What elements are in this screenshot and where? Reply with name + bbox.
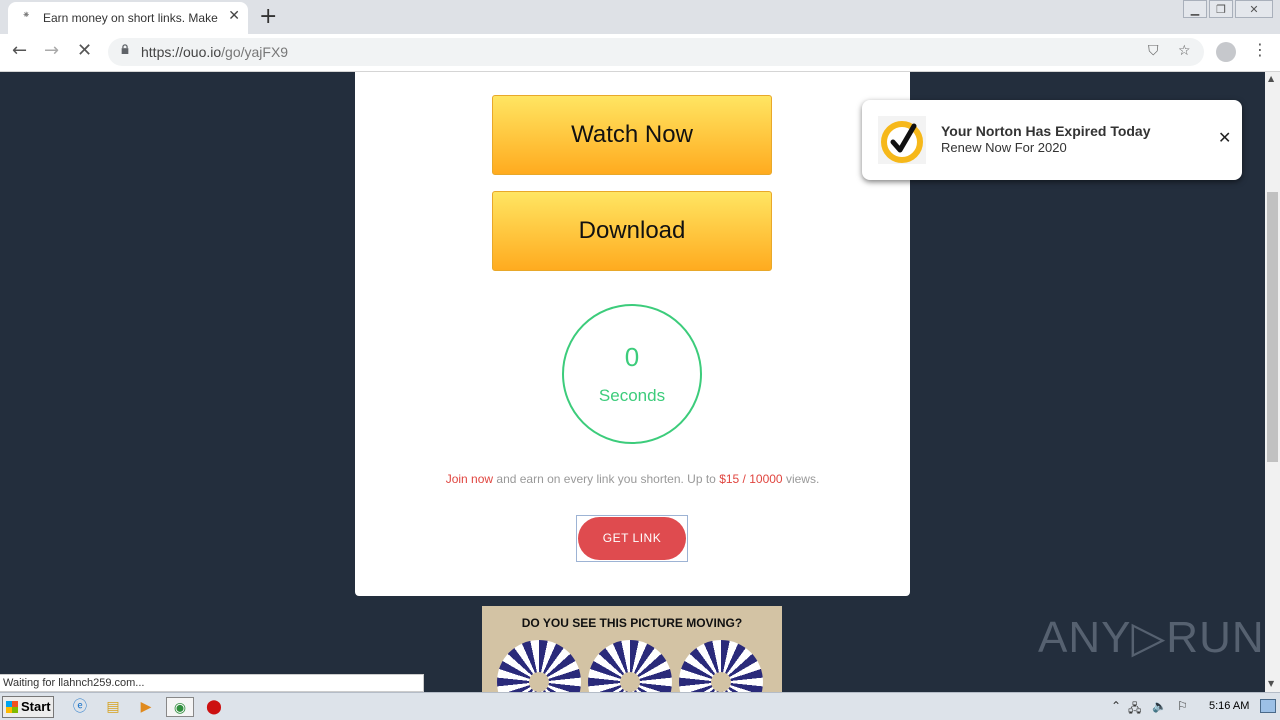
countdown-value: 0 xyxy=(624,342,640,372)
media-player-icon[interactable]: ▶ xyxy=(135,697,157,717)
address-bar[interactable]: https://ouo.io/go/yajFX9 ⛉ ☆ xyxy=(108,38,1204,66)
file-explorer-icon[interactable]: ▤ xyxy=(102,697,124,717)
new-tab-button[interactable]: + xyxy=(259,4,277,29)
tray-expand-icon[interactable]: ⌃ xyxy=(1111,699,1121,713)
network-icon[interactable]: 🖧 xyxy=(1128,699,1141,720)
download-button[interactable]: Download xyxy=(492,191,772,271)
start-label: Start xyxy=(21,699,51,714)
show-desktop-icon[interactable] xyxy=(1260,699,1276,713)
scroll-down-icon[interactable]: ▼ xyxy=(1268,679,1274,688)
close-window-icon[interactable]: ✕ xyxy=(1235,0,1273,18)
popup-title: Your Norton Has Expired Today xyxy=(941,123,1151,139)
url-path: /go/yajFX9 xyxy=(221,44,289,60)
optical-illusion-image xyxy=(588,640,672,692)
stop-loading-icon[interactable]: ✕ xyxy=(77,40,92,61)
tab-close-icon[interactable]: ✕ xyxy=(228,8,240,24)
promo-rate: $15 / 10000 xyxy=(719,472,783,486)
scrollbar-thumb[interactable] xyxy=(1267,192,1278,462)
get-link-button[interactable]: GET LINK xyxy=(578,517,686,560)
internet-explorer-icon[interactable]: ⓔ xyxy=(69,697,91,717)
chrome-taskbar-icon[interactable]: ◉ xyxy=(166,697,194,717)
get-link-focus-ring: GET LINK xyxy=(576,515,688,562)
browser-toolbar: ← → ✕ https://ouo.io/go/yajFX9 ⛉ ☆ ⋮ xyxy=(0,34,1280,72)
popup-subtitle: Renew Now For 2020 xyxy=(941,140,1067,155)
status-bubble: Waiting for llahnch259.com... xyxy=(0,674,424,692)
ad-headline: DO YOU SEE THIS PICTURE MOVING? xyxy=(521,616,743,630)
profile-avatar[interactable] xyxy=(1216,42,1236,62)
promo-middle: and earn on every link you shorten. Up t… xyxy=(493,472,720,486)
chrome-menu-icon[interactable]: ⋮ xyxy=(1252,40,1268,59)
windows-logo-icon xyxy=(6,701,18,713)
countdown-timer: 0 Seconds xyxy=(562,304,702,444)
action-center-flag-icon[interactable]: ⚐ xyxy=(1177,699,1188,713)
page-scrollbar[interactable]: ▲ ▼ xyxy=(1265,72,1280,692)
promo-end: views. xyxy=(782,472,820,486)
norton-notification-popup[interactable]: Your Norton Has Expired Today Renew Now … xyxy=(862,100,1242,180)
promo-text: Join now and earn on every link you shor… xyxy=(355,472,910,486)
join-now-link[interactable]: Join now xyxy=(446,472,493,486)
restore-icon[interactable]: ❐ xyxy=(1209,0,1233,18)
tab-title: Earn money on short links. Make sho xyxy=(43,11,221,25)
scroll-up-icon[interactable]: ▲ xyxy=(1268,74,1274,83)
anyrun-watermark: ANY▷RUN xyxy=(1038,613,1265,662)
url-text: https://ouo.io/go/yajFX9 xyxy=(141,44,288,60)
loading-spinner-icon: ⁕ xyxy=(22,10,31,21)
lock-icon xyxy=(121,44,129,54)
optical-illusion-image xyxy=(497,640,581,692)
minimize-icon[interactable]: ▁ xyxy=(1183,0,1207,18)
stop-sign-icon[interactable]: ⬤ xyxy=(203,697,225,717)
taskbar-clock[interactable]: 5:16 AM xyxy=(1209,700,1249,712)
volume-icon[interactable]: 🔈 xyxy=(1152,699,1167,713)
watch-now-button[interactable]: Watch Now xyxy=(492,95,772,175)
start-button[interactable]: Start xyxy=(2,696,54,718)
countdown-unit: Seconds xyxy=(598,386,666,405)
optical-illusion-image xyxy=(679,640,763,692)
norton-checkmark-icon xyxy=(878,116,926,164)
ad-banner[interactable]: DO YOU SEE THIS PICTURE MOVING? xyxy=(482,606,782,692)
forward-icon[interactable]: → xyxy=(44,40,59,61)
popup-close-icon[interactable]: ✕ xyxy=(1218,128,1231,147)
bookmark-star-icon[interactable]: ☆ xyxy=(1178,43,1191,59)
tab-strip: ⁕ Earn money on short links. Make sho ✕ … xyxy=(0,0,1280,34)
windows-taskbar: Start ⓔ ▤ ▶ ◉ ⬤ ⌃ 🖧 🔈 ⚐ 5:16 AM xyxy=(0,692,1280,720)
browser-tab[interactable]: ⁕ Earn money on short links. Make sho ✕ xyxy=(8,2,248,34)
back-icon[interactable]: ← xyxy=(12,40,27,61)
url-host: https://ouo.io xyxy=(141,44,222,60)
blocked-popup-icon[interactable]: ⛉ xyxy=(1148,43,1159,59)
content-card: Watch Now Download 0 Seconds Join now an… xyxy=(355,72,910,596)
